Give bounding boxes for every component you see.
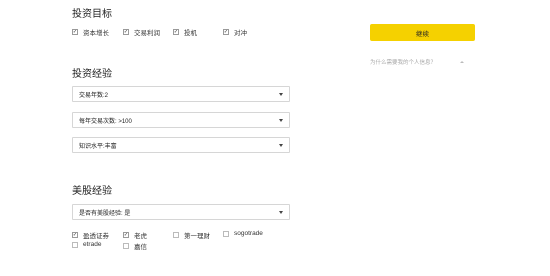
select-value: 每年交易次数: >100 [79,118,132,125]
goal-option-label: 资本增长 [83,30,109,37]
broker-option-schwab[interactable]: 嘉信 [123,241,147,251]
goal-option-hedging[interactable]: ✓ 对冲 [223,27,247,37]
broker-option-label: sogotrade [234,230,263,237]
broker-option-firstrade[interactable]: 第一理财 [173,230,210,240]
broker-option-label: etrade [83,241,102,248]
broker-option-label: 盈透证券 [83,233,109,240]
select-value: 是否有美股经验: 是 [79,210,131,217]
select-value: 交易年数:2 [79,92,109,99]
trades-per-year-select[interactable]: 每年交易次数: >100 [72,112,290,128]
investment-goals-title: 投资目标 [72,9,112,20]
chevron-down-icon [279,92,283,96]
chevron-up-icon [460,61,465,63]
checkbox-icon[interactable]: ✓ [72,232,78,238]
goal-option-label: 投机 [184,30,197,37]
checkbox-icon[interactable]: ✓ [123,29,129,35]
goal-option-speculation[interactable]: ✓ 投机 [173,27,197,37]
checkbox-icon[interactable]: ✓ [72,29,78,35]
checkbox-icon[interactable]: ✓ [173,29,179,35]
goal-option-capital-growth[interactable]: ✓ 资本增长 [72,27,109,37]
why-personal-info-link[interactable]: 为什么需要我的个人信息？ [370,58,465,66]
goal-option-label: 对冲 [234,30,247,37]
select-value: 知识水平:丰富 [79,143,117,150]
checkbox-icon[interactable] [72,241,78,248]
broker-option-label: 老虎 [134,233,147,240]
us-stock-experience-select[interactable]: 是否有美股经验: 是 [72,204,290,220]
checkbox-icon[interactable] [223,230,229,237]
checkbox-icon[interactable] [173,232,179,238]
goal-option-trading-profit[interactable]: ✓ 交易利润 [123,27,160,37]
us-stock-title: 美股经验 [72,186,112,197]
checkbox-icon[interactable]: ✓ [223,29,229,35]
checkbox-icon[interactable]: ✓ [123,232,129,238]
chevron-down-icon [279,118,283,122]
broker-option-sogotrade[interactable]: sogotrade [223,230,263,237]
trading-years-select[interactable]: 交易年数:2 [72,86,290,102]
broker-option-interactive-brokers[interactable]: ✓ 盈透证券 [72,230,109,240]
broker-option-tiger[interactable]: ✓ 老虎 [123,230,147,240]
chevron-down-icon [279,210,283,214]
checkbox-icon[interactable] [123,243,129,249]
continue-button[interactable]: 继续 [370,24,475,41]
broker-option-label: 嘉信 [134,244,147,251]
broker-option-etrade[interactable]: etrade [72,241,101,248]
goal-option-label: 交易利润 [134,30,160,37]
broker-option-label: 第一理财 [184,233,210,240]
help-text: 为什么需要我的个人信息？ [370,60,437,66]
knowledge-level-select[interactable]: 知识水平:丰富 [72,137,290,153]
experience-title: 投资经验 [72,69,112,80]
chevron-down-icon [279,143,283,147]
